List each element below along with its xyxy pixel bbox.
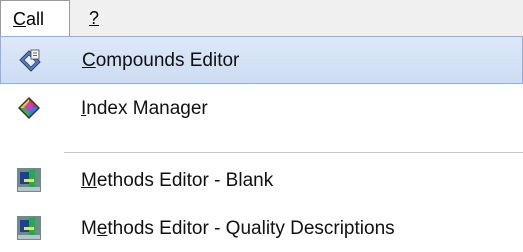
- menu-call[interactable]: Call: [0, 0, 70, 36]
- menu-item-label: Index Manager: [81, 98, 208, 119]
- menu-item-methods-editor-quality-descriptions[interactable]: Methods Editor - Quality Descriptions: [0, 204, 523, 252]
- menu-item-label: Methods Editor - Quality Descriptions: [81, 218, 395, 239]
- menu-item-methods-editor-blank[interactable]: Methods Editor - Blank: [0, 156, 523, 204]
- menu-separator: [64, 152, 523, 153]
- methods-editor-icon: [17, 168, 41, 192]
- menu-item-label: Compounds Editor: [82, 50, 240, 71]
- menu-item-index-manager[interactable]: Index Manager: [0, 84, 523, 132]
- menu-bar: Call ?: [0, 0, 523, 36]
- menu-help-label: ?: [89, 8, 100, 28]
- index-manager-icon: [18, 97, 40, 119]
- menu-help[interactable]: ?: [85, 0, 109, 36]
- call-dropdown-menu: Compounds Editor Index Manager Methods E…: [0, 36, 523, 247]
- methods-editor-icon: [17, 216, 41, 240]
- compounds-editor-icon: [19, 49, 41, 72]
- menu-item-compounds-editor[interactable]: Compounds Editor: [0, 36, 523, 84]
- menu-call-mnemonic: C: [13, 9, 26, 29]
- menu-item-label: Methods Editor - Blank: [81, 170, 274, 191]
- menu-call-label: all: [26, 9, 45, 29]
